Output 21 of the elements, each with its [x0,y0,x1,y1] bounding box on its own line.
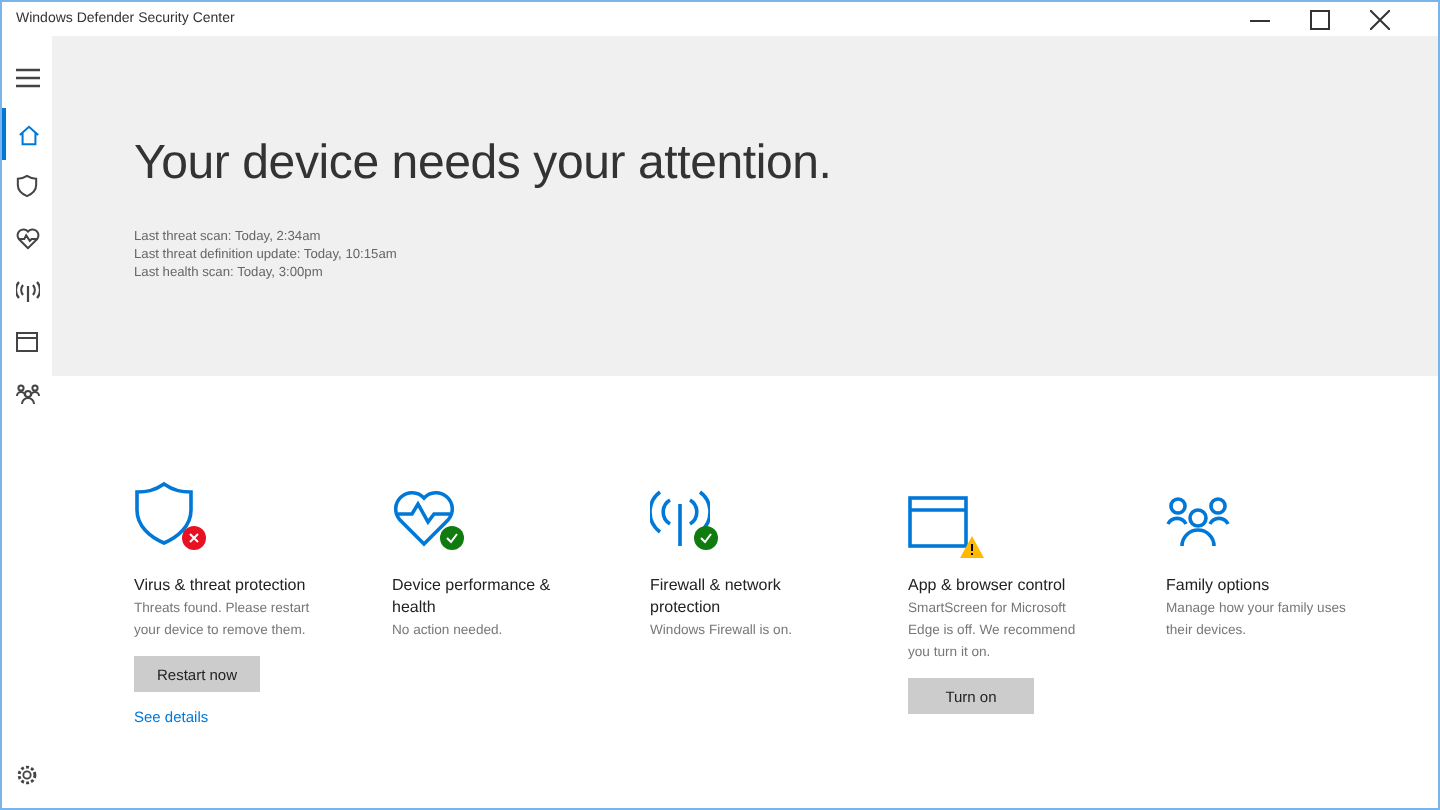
close-icon[interactable] [1370,9,1390,29]
page-heading: Your device needs your attention. [134,136,834,192]
card-title[interactable]: Family options [1166,574,1350,596]
card-title[interactable]: App & browser control [908,574,1092,596]
shield-icon[interactable] [134,480,198,548]
browser-window-icon[interactable] [908,496,968,548]
browser-window-icon [16,332,38,352]
people-icon[interactable] [1166,496,1230,548]
shield-icon [16,174,38,198]
heart-icon [15,227,39,249]
settings-icon[interactable] [16,764,38,786]
menu-icon[interactable] [15,68,39,88]
antenna-icon[interactable] [650,488,710,548]
antenna-icon [15,279,39,301]
card-title[interactable]: Device performance & health [392,574,576,618]
maximize-icon[interactable] [1310,9,1330,29]
card-title[interactable]: Virus & threat protection [134,574,318,596]
card-title[interactable]: Firewall & network protection [650,574,834,618]
heart-icon[interactable] [392,488,456,548]
home-icon [18,123,40,145]
people-icon [15,384,39,404]
